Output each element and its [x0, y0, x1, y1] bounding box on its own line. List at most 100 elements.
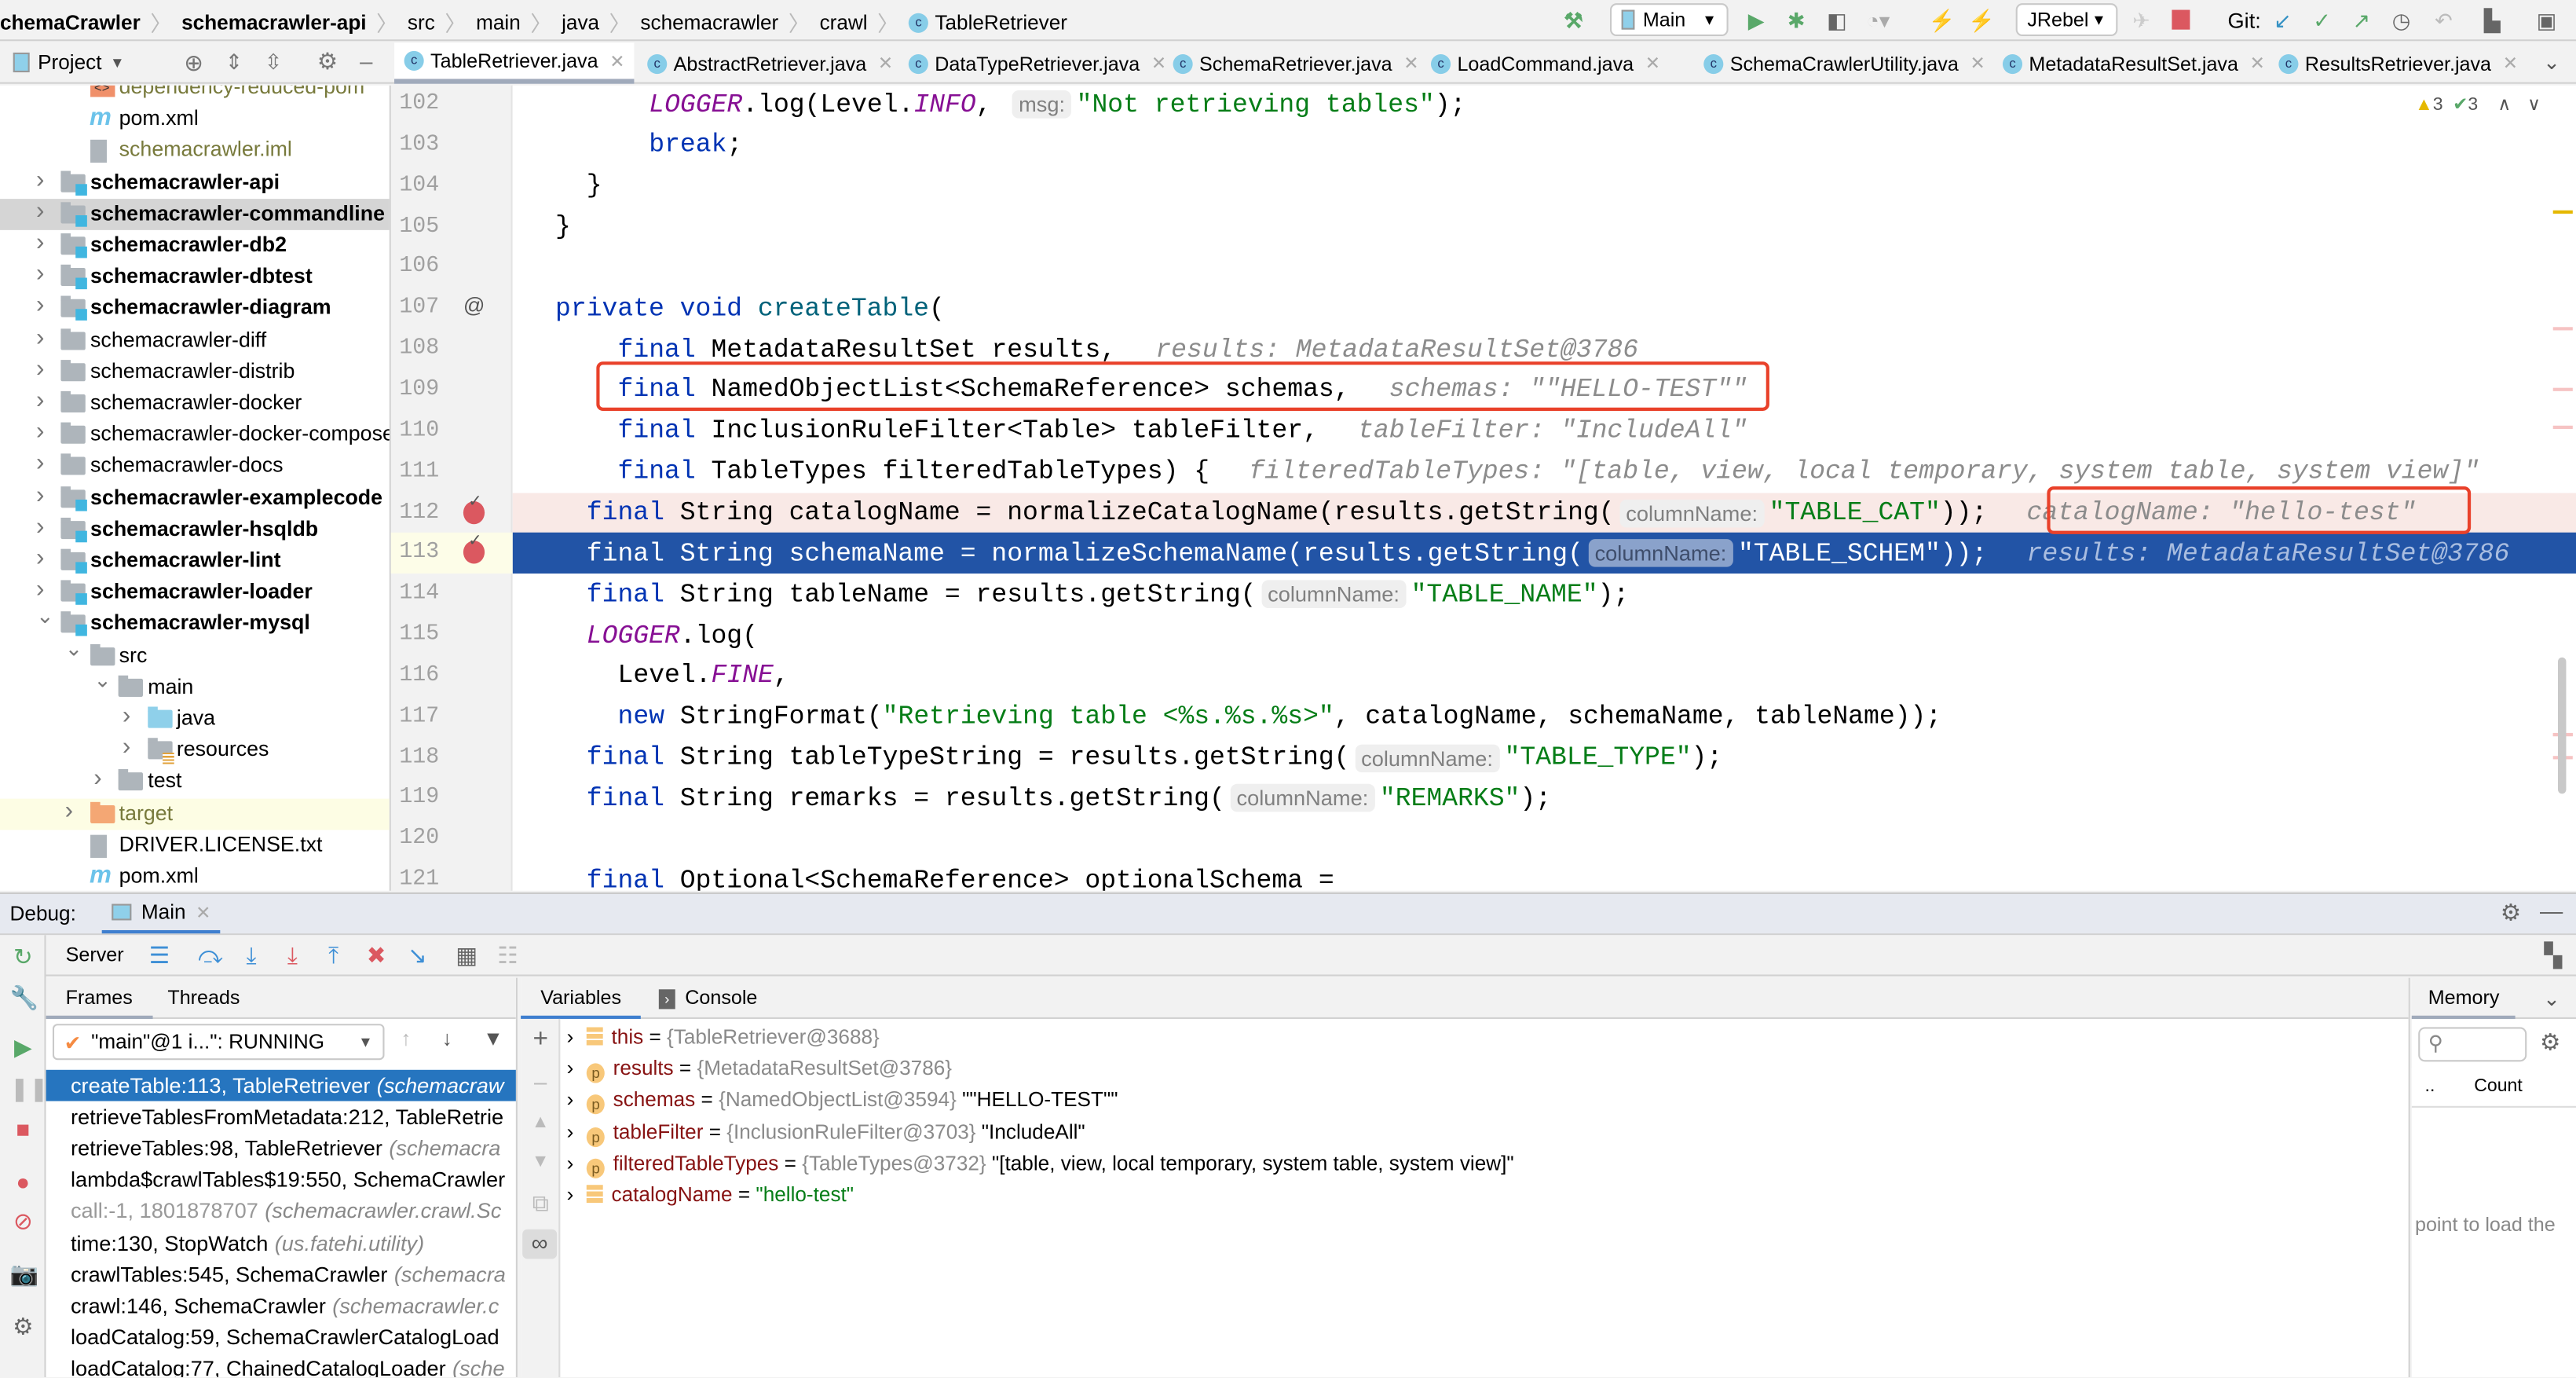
run-to-cursor-icon[interactable]: ↘	[404, 942, 430, 968]
collapse-all-icon[interactable]: ⇳	[265, 49, 283, 75]
tree-item[interactable]: DRIVER.LICENSE.txt	[0, 830, 390, 861]
resume-icon[interactable]: ▶	[10, 1034, 36, 1060]
copy-icon[interactable]: ⧉	[527, 1189, 553, 1215]
editor-tab[interactable]: c SchemaRetriever.java ✕	[1163, 42, 1429, 83]
code-line[interactable]: final String tableTypeString = results.g…	[513, 737, 2576, 778]
frame-item[interactable]: loadCatalog:59, SchemaCrawlerCatalogLoad	[46, 1321, 516, 1352]
jrebel-run-icon[interactable]: ⚡	[1929, 5, 1956, 36]
stop-icon[interactable]	[2172, 9, 2190, 30]
tree-item[interactable]: › schemacrawler-examplecode	[0, 481, 390, 514]
tree-item[interactable]: › schemacrawler-docker-compose	[0, 418, 390, 451]
tree-item[interactable]: › schemacrawler-diagram	[0, 291, 390, 324]
build-hammer-icon[interactable]: ⚒	[1564, 5, 1583, 36]
chevron-right-icon[interactable]: ›	[567, 1025, 574, 1048]
tree-item[interactable]: <> dependency-reduced-pom	[0, 85, 390, 104]
chevron-right-icon[interactable]: ›	[36, 387, 44, 415]
close-icon[interactable]: ✕	[2503, 53, 2518, 74]
code-line[interactable]: }	[513, 207, 2576, 247]
breadcrumb-item[interactable]: java	[562, 11, 599, 34]
tree-item[interactable]: m pom.xml	[0, 104, 390, 135]
variable-row[interactable]: › p results = {MetadataResultSet@3786}	[567, 1054, 952, 1085]
close-icon[interactable]: ✕	[1970, 53, 1985, 74]
locate-icon[interactable]: ⊕	[184, 49, 203, 78]
run-config-dropdown[interactable]: Main ▼	[1610, 3, 1729, 37]
chevron-right-icon[interactable]: ›	[36, 291, 44, 320]
tree-item[interactable]: ⌄ main	[0, 667, 390, 703]
project-structure-icon[interactable]: ▙	[2484, 5, 2501, 36]
tree-item[interactable]: › schemacrawler-hsqldb	[0, 512, 390, 545]
watches-glasses-icon[interactable]: ∞	[522, 1229, 558, 1259]
chevron-right-icon[interactable]: ›	[36, 481, 44, 509]
chevron-down-icon[interactable]: ⌄	[93, 667, 112, 693]
git-push-icon[interactable]: ↗	[2353, 5, 2371, 36]
gear-icon[interactable]: ⚙	[317, 48, 338, 76]
chevron-down-icon[interactable]: ⌄	[36, 604, 54, 630]
inspection-widget[interactable]: ▲ 3 ✔ 3 ∧ ∨	[2415, 93, 2541, 115]
variable-row[interactable]: › p tableFilter = {InclusionRuleFilter@370…	[567, 1117, 1085, 1149]
chevron-right-icon[interactable]: ›	[567, 1183, 574, 1206]
chevron-right-icon[interactable]: ›	[567, 1152, 574, 1175]
frame-item[interactable]: call:-1, 1801878707 (schemacrawler.crawl.…	[46, 1196, 516, 1227]
chevron-right-icon[interactable]: ›	[567, 1120, 574, 1143]
tree-item[interactable]: › schemacrawler-distrib	[0, 354, 390, 388]
tab-variables[interactable]: Variables	[521, 978, 642, 1019]
chevron-right-icon[interactable]: ›	[36, 323, 44, 351]
run-anything-icon[interactable]: ▣	[2537, 5, 2557, 36]
previous-highlight-icon[interactable]: ∧	[2497, 93, 2511, 115]
frame-item[interactable]: lambda$crawlTables$19:550, SchemaCrawler	[46, 1164, 516, 1196]
editor-tab[interactable]: c TableRetriever.java ✕	[394, 42, 635, 84]
tab-threads[interactable]: Threads	[148, 978, 259, 1019]
breakpoint-icon[interactable]	[463, 493, 485, 524]
git-commit-icon[interactable]: ✓	[2313, 5, 2331, 36]
close-icon[interactable]: ✕	[878, 53, 893, 74]
evaluate-expression-icon[interactable]: ▦	[453, 942, 479, 968]
trace-icon[interactable]: ☷	[495, 942, 521, 968]
editor-tab[interactable]: c AbstractRetriever.java ✕	[638, 42, 903, 83]
variable-row[interactable]: › catalogName = "hello-test"	[567, 1180, 854, 1211]
code-line[interactable]: private void createTable(	[513, 288, 2576, 329]
tree-item[interactable]: › schemacrawler-diff	[0, 323, 390, 356]
tree-item[interactable]: › java	[0, 702, 390, 735]
tab-memory[interactable]: Memory	[2411, 978, 2516, 1019]
debug-bug-icon[interactable]: ✱	[1787, 5, 1806, 36]
profile-icon[interactable]: ◔▾	[1866, 5, 1890, 36]
tree-item[interactable]: › schemacrawler-docs	[0, 449, 390, 482]
force-step-into-icon[interactable]: ⤓	[280, 942, 306, 968]
git-history-icon[interactable]: ◷	[2392, 5, 2411, 36]
git-rollback-icon[interactable]: ↶	[2435, 5, 2453, 36]
tab-frames[interactable]: Frames	[46, 978, 152, 1019]
close-icon[interactable]: ✕	[1645, 53, 1660, 74]
run-icon[interactable]: ▶	[1748, 5, 1765, 36]
frame-item[interactable]: crawlTables:545, SchemaCrawler (schemacra	[46, 1258, 516, 1289]
chevron-right-icon[interactable]: ›	[123, 733, 130, 761]
code-line[interactable]: final String tableName = results.getStri…	[513, 574, 2576, 614]
next-frame-icon[interactable]: ↓	[442, 1027, 452, 1050]
tree-item[interactable]: › resources	[0, 733, 390, 766]
chevron-right-icon[interactable]: ›	[36, 576, 44, 604]
code-line[interactable]	[513, 247, 2576, 288]
tree-item[interactable]: › schemacrawler-docker	[0, 387, 390, 420]
editor-tab[interactable]: c LoadCommand.java ✕	[1421, 42, 1670, 83]
code-line[interactable]: final String schemaName = normalizeSchem…	[512, 533, 2576, 574]
tree-item[interactable]: › target	[0, 797, 390, 830]
code-line[interactable]: final InclusionRuleFilter<Table> tableFi…	[513, 411, 2576, 452]
add-watch-icon[interactable]: +	[527, 1026, 553, 1053]
tree-item[interactable]: › schemacrawler-loader	[0, 576, 390, 609]
filter-icon[interactable]: ▼	[483, 1027, 503, 1050]
chevron-right-icon[interactable]: ›	[65, 797, 73, 825]
show-execution-point-icon[interactable]: ☰	[146, 942, 172, 968]
frame-item[interactable]: time:130, StopWatch (us.fatehi.utility)	[46, 1227, 516, 1259]
chevron-right-icon[interactable]: ›	[36, 260, 44, 288]
tree-item[interactable]: › schemacrawler-db2	[0, 229, 390, 262]
project-view-selector[interactable]: Project ▼	[13, 51, 125, 74]
editor-tab[interactable]: c SchemaCrawlerUtility.java ✕	[1694, 42, 1996, 83]
frame-item[interactable]: crawl:146, SchemaCrawler (schemacrawler.c	[46, 1289, 516, 1321]
variable-row[interactable]: › p filteredTableTypes = {TableTypes@3732}…	[567, 1149, 1514, 1180]
drop-frame-icon[interactable]: ✖	[363, 942, 389, 968]
breadcrumb-item[interactable]: chemaCrawler	[0, 11, 141, 34]
code-line[interactable]: final Optional<SchemaReference> optional…	[513, 859, 2576, 891]
settings-wrench-icon[interactable]: 🔧	[10, 984, 38, 1010]
chevron-down-icon[interactable]: ⌄	[2543, 986, 2560, 1010]
editor-tab[interactable]: c MetadataResultSet.java ✕	[1992, 42, 2274, 83]
chevron-down-icon[interactable]: ⌄	[65, 636, 83, 662]
